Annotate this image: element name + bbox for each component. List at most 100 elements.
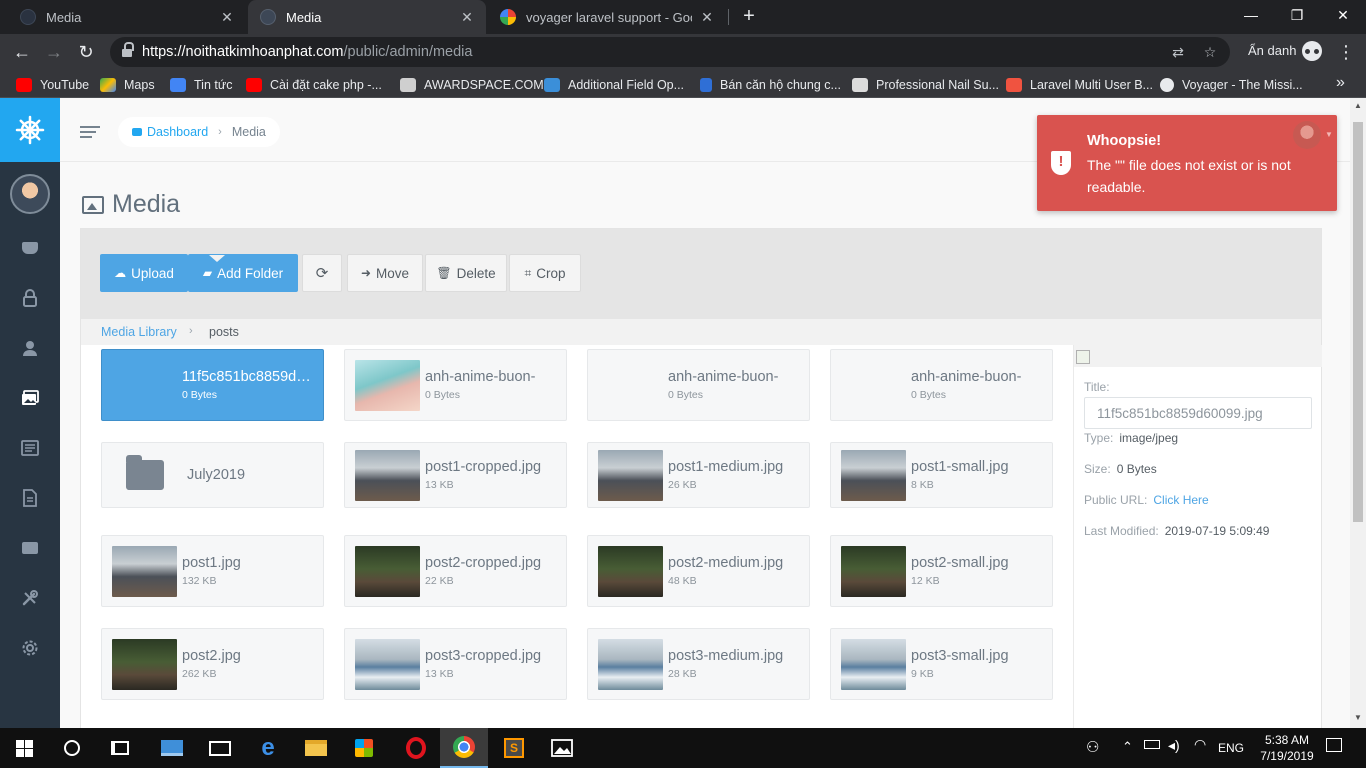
taskbar-app-opera[interactable]	[392, 728, 440, 768]
file-item[interactable]: post3-medium.jpg 28 KB	[587, 628, 810, 700]
add-folder-button[interactable]: ▰ Add Folder	[188, 254, 298, 292]
sidebar-item-categories[interactable]	[0, 528, 60, 568]
address-bar[interactable]: https://noithatkimhoanphat.com/public/ad…	[110, 37, 1230, 67]
sidebar-item-pages[interactable]	[0, 478, 60, 518]
crop-button[interactable]: ⌗ Crop	[509, 254, 581, 292]
taskbar-app-store[interactable]	[340, 728, 388, 768]
taskbar-app-sublime[interactable]: S	[490, 728, 538, 768]
move-button[interactable]: ➜ Move	[347, 254, 423, 292]
bookmark-additional-field[interactable]: Additional Field Op...	[544, 76, 684, 94]
scroll-down-icon[interactable]: ▼	[1350, 710, 1366, 726]
sidebar-item-users[interactable]	[0, 328, 60, 368]
user-avatar[interactable]	[10, 174, 50, 214]
file-item[interactable]: post2-medium.jpg 48 KB	[587, 535, 810, 607]
details-url-link[interactable]: Click Here	[1153, 493, 1208, 507]
bookmark-laravel-multi[interactable]: Laravel Multi User B...	[1006, 76, 1153, 94]
file-item[interactable]: post2.jpg 262 KB	[101, 628, 324, 700]
bookmark-cake-php[interactable]: Cài đặt cake php -...	[246, 76, 382, 94]
battery-icon[interactable]	[1144, 740, 1160, 749]
tab-close-icon[interactable]: ✕	[700, 9, 714, 26]
voyager-logo[interactable]	[0, 98, 60, 162]
browser-tab-3[interactable]: voyager laravel support - Google ✕	[488, 0, 726, 34]
breadcrumb-dashboard[interactable]: Dashboard	[132, 125, 208, 139]
upload-button[interactable]: ☁ Upload	[100, 254, 188, 292]
taskbar-app-photos[interactable]	[538, 728, 586, 768]
delete-button[interactable]: 🗑 Delete	[425, 254, 507, 292]
browser-tab-1[interactable]: Media ✕	[8, 0, 246, 34]
file-item[interactable]: post1-cropped.jpg 13 KB	[344, 442, 567, 508]
sidebar-item-tools[interactable]	[0, 578, 60, 618]
file-info: post3-small.jpg 9 KB	[911, 648, 1009, 680]
close-window-icon[interactable]: ✕	[1320, 0, 1366, 30]
sidebar-item-posts[interactable]	[0, 428, 60, 468]
file-item[interactable]: post1-medium.jpg 26 KB	[587, 442, 810, 508]
translate-icon[interactable]: ⇄	[1168, 42, 1188, 62]
bookmark-maps[interactable]: Maps	[100, 76, 155, 94]
bookmark-star-icon[interactable]: ☆	[1200, 42, 1220, 62]
start-button[interactable]	[0, 728, 48, 768]
back-icon[interactable]: ←	[8, 38, 36, 66]
taskbar-app-explorer[interactable]	[292, 728, 340, 768]
taskbar-app-edge[interactable]: e	[244, 728, 292, 768]
sidebar-item-roles[interactable]	[0, 278, 60, 318]
file-item[interactable]: anh-anime-buon- 0 Bytes	[344, 349, 567, 421]
file-item[interactable]: post2-small.jpg 12 KB	[830, 535, 1053, 607]
folder-item[interactable]: July2019	[101, 442, 324, 508]
bookmark-ban-can-ho[interactable]: Bán căn hộ chung c...	[700, 76, 841, 94]
page-scrollbar[interactable]: ▲ ▼	[1350, 98, 1366, 728]
new-tab-icon[interactable]: +	[738, 5, 760, 27]
scroll-thumb[interactable]	[1353, 122, 1363, 522]
task-view-button[interactable]	[96, 728, 144, 768]
file-item[interactable]: anh-anime-buon- 0 Bytes	[830, 349, 1053, 421]
sidebar-item-dashboard[interactable]	[0, 228, 60, 268]
file-item[interactable]: post1-small.jpg 8 KB	[830, 442, 1053, 508]
refresh-button[interactable]: ⟳	[302, 254, 342, 292]
file-item[interactable]: post3-cropped.jpg 13 KB	[344, 628, 567, 700]
bookmark-youtube[interactable]: YouTube	[16, 76, 89, 94]
taskbar-clock[interactable]: 5:38 AM 7/19/2019	[1258, 732, 1316, 764]
minimize-icon[interactable]: —	[1228, 0, 1274, 30]
caret-down-icon[interactable]: ▼	[1325, 130, 1333, 139]
file-item[interactable]: 11f5c851bc8859d60099.jpg 0 Bytes	[101, 349, 324, 421]
bookmark-voyager[interactable]: Voyager - The Missi...	[1160, 76, 1303, 94]
maximize-icon[interactable]: ❐	[1274, 0, 1320, 30]
incognito-icon[interactable]	[1302, 41, 1322, 61]
browser-tab-2[interactable]: Media ✕	[248, 0, 486, 34]
media-library-root-link[interactable]: Media Library	[101, 325, 177, 339]
people-icon[interactable]: ⚇	[1086, 738, 1099, 756]
scroll-up-icon[interactable]: ▲	[1350, 98, 1366, 114]
bookmark-nail[interactable]: Professional Nail Su...	[852, 76, 999, 94]
volume-icon[interactable]: ◂)	[1168, 737, 1180, 754]
taskbar-app-chrome[interactable]	[440, 728, 488, 768]
file-item[interactable]: anh-anime-buon- 0 Bytes	[587, 349, 810, 421]
file-item[interactable]: post2-cropped.jpg 22 KB	[344, 535, 567, 607]
tab-close-icon[interactable]: ✕	[460, 9, 474, 26]
url-text[interactable]: https://noithatkimhoanphat.com/public/ad…	[142, 44, 472, 60]
user-avatar[interactable]	[1293, 121, 1321, 149]
tab-close-icon[interactable]: ✕	[220, 9, 234, 26]
sidebar-item-media[interactable]	[0, 378, 60, 418]
sidebar-item-settings[interactable]	[0, 628, 60, 668]
error-toast[interactable]: Whoopsie! The "" file does not exist or …	[1037, 115, 1337, 211]
browser-tabstrip: Media ✕ Media ✕ voyager laravel support …	[0, 0, 1366, 34]
forward-icon[interactable]: →	[40, 38, 68, 66]
file-info: post1-medium.jpg 26 KB	[668, 459, 783, 491]
reload-icon[interactable]: ↻	[72, 38, 100, 66]
broken-image-icon	[1076, 350, 1090, 364]
bookmark-tin-tuc[interactable]: Tin tức	[170, 76, 232, 94]
tray-chevron-up-icon[interactable]: ⌃	[1122, 739, 1133, 755]
search-button[interactable]	[48, 728, 96, 768]
browser-menu-icon[interactable]: ⋮	[1336, 39, 1356, 65]
taskbar-app-monitor[interactable]	[148, 728, 196, 768]
input-language[interactable]: ENG	[1218, 741, 1244, 755]
action-center-icon[interactable]	[1326, 738, 1342, 752]
taskbar-app-mail[interactable]	[196, 728, 244, 768]
tab-title: Media	[46, 9, 82, 25]
file-item[interactable]: post1.jpg 132 KB	[101, 535, 324, 607]
wifi-icon[interactable]: ◠	[1194, 736, 1206, 753]
bookmark-awardspace[interactable]: AWARDSPACE.COM	[400, 76, 544, 94]
hamburger-menu-icon[interactable]	[80, 126, 100, 138]
bookmarks-overflow-icon[interactable]: »	[1336, 74, 1345, 92]
details-title-input[interactable]	[1084, 397, 1312, 429]
file-item[interactable]: post3-small.jpg 9 KB	[830, 628, 1053, 700]
